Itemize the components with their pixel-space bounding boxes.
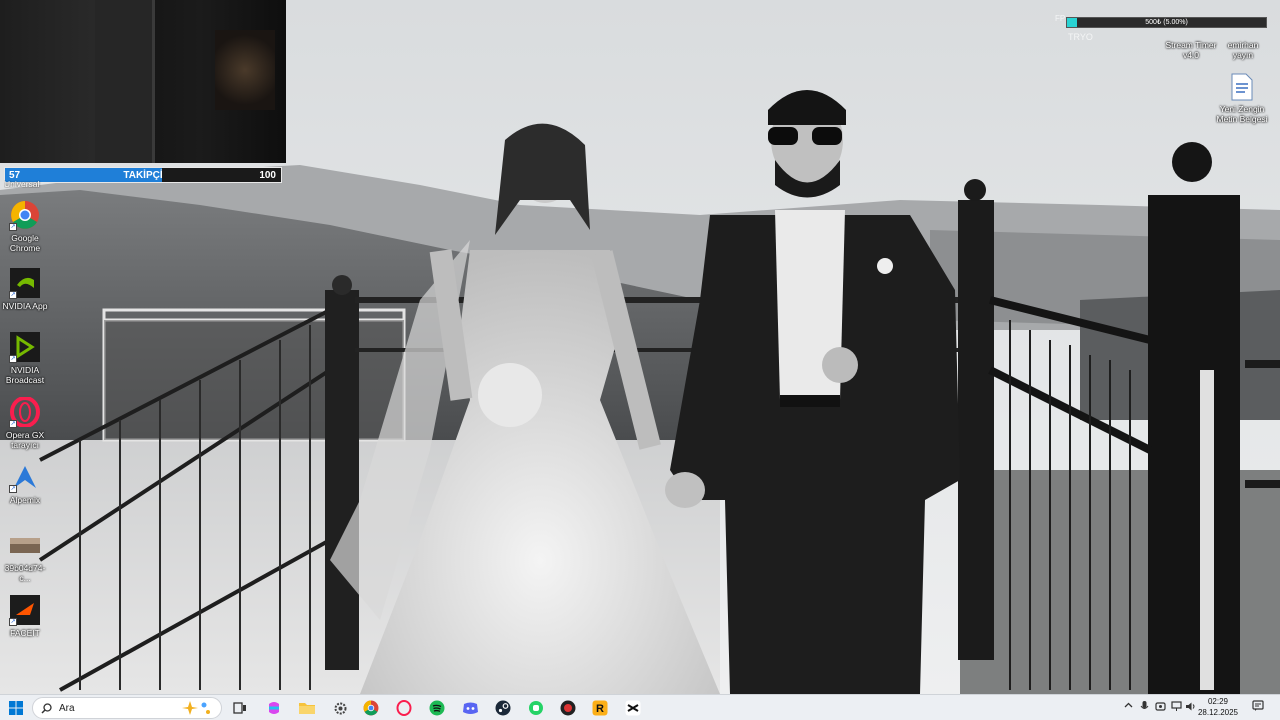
desktop-icon-text-document[interactable]: Yeni Zengin Metin Belgesi — [1215, 73, 1269, 124]
network-tray[interactable] — [1171, 701, 1182, 714]
volume-tray[interactable] — [1185, 701, 1196, 714]
desktop-icon-partial-label[interactable]: Universal — [4, 180, 46, 188]
overlay-corner-text: TRYO — [1068, 32, 1093, 42]
nvidia-app-icon: ↗ — [9, 268, 40, 299]
discord-icon — [462, 702, 478, 714]
taskbar: Ara R 02:29 28.12.2025 — [0, 694, 1280, 720]
desktop-icon-nvidia-app[interactable]: ↗ NVIDIA App — [0, 268, 50, 311]
chrome-icon — [363, 700, 379, 716]
follower-goal-label: TAKİPÇİ — [123, 170, 163, 181]
taskbar-discord[interactable] — [459, 699, 481, 717]
taskbar-capcut[interactable] — [622, 699, 644, 717]
desktop-icon-label: emirhan yayın — [1227, 40, 1259, 60]
folder-icon — [299, 703, 315, 714]
copilot-icon — [269, 702, 279, 714]
security-tray[interactable] — [1155, 701, 1166, 714]
shortcut-arrow-icon: ↗ — [9, 485, 17, 493]
desktop-icon-alpemix[interactable]: ↗ Alpemix — [0, 462, 50, 505]
camera-icon — [1155, 702, 1166, 711]
shortcut-arrow-icon: ↗ — [9, 420, 17, 428]
desktop-icon-opera-gx[interactable]: ↗ Opera GX tarayıcı — [0, 396, 50, 450]
taskbar-clock[interactable]: 02:29 28.12.2025 — [1196, 696, 1240, 718]
stream-progress-text: 500₺ (5.00%) — [1145, 19, 1188, 26]
start-button[interactable] — [5, 699, 27, 717]
copilot-button[interactable] — [263, 699, 285, 717]
nvidia-broadcast-icon: ↗ — [9, 332, 40, 363]
taskbar-opera-gx[interactable] — [393, 699, 415, 717]
microphone-icon — [1140, 701, 1149, 709]
desktop-icon-label: NVIDIA Broadcast — [5, 365, 45, 385]
webcam-overlay — [0, 0, 286, 163]
microphone-tray[interactable] — [1140, 701, 1149, 714]
stream-progress-bar: 500₺ (5.00%) — [1066, 17, 1267, 28]
faceit-icon: ↗ — [9, 595, 40, 626]
task-view-button[interactable] — [229, 699, 251, 717]
desktop-icon-nvidia-broadcast[interactable]: ↗ NVIDIA Broadcast — [0, 332, 50, 385]
taskbar-steam[interactable] — [492, 699, 514, 717]
chevron-up-icon — [1124, 702, 1133, 708]
search-placeholder: Ara — [59, 703, 75, 714]
desktop-icon-faceit[interactable]: ↗ FACEIT — [0, 595, 50, 638]
search-box[interactable]: Ara — [32, 697, 222, 719]
desktop-icon-label: Alpemix — [9, 495, 41, 505]
webcam-light — [215, 30, 275, 110]
shortcut-arrow-icon: ↗ — [9, 223, 17, 231]
game-app-icon — [560, 700, 576, 716]
task-view-icon — [233, 702, 246, 714]
desktop-icon-google-chrome[interactable]: ↗ Google Chrome — [0, 200, 50, 253]
notifications-button[interactable] — [1252, 700, 1264, 714]
shortcut-arrow-icon: ↗ — [9, 355, 17, 363]
taskbar-chrome[interactable] — [360, 699, 382, 717]
settings-button[interactable] — [329, 699, 351, 717]
opera-gx-icon — [396, 700, 412, 716]
desktop-icon-stream-timer[interactable]: Stream Timer v4.0 — [1165, 40, 1217, 60]
taskbar-whatsapp[interactable] — [525, 699, 547, 717]
opera-gx-icon: ↗ — [9, 396, 40, 428]
desktop-icon-label: Google Chrome — [9, 233, 41, 253]
clock-date: 28.12.2025 — [1197, 708, 1239, 717]
desktop-icon-emirhan-yayin[interactable]: emirhan yayın — [1218, 40, 1268, 60]
desktop-icon-label: FACEIT — [10, 628, 40, 638]
document-icon — [1231, 73, 1253, 101]
desktop-icon-label: Opera GX tarayıcı — [5, 430, 45, 450]
taskbar-rockstar-games[interactable] — [557, 699, 579, 717]
desktop-icon-image-file[interactable]: 39b04d74-c... — [0, 530, 50, 583]
shortcut-arrow-icon: ↗ — [9, 618, 17, 626]
spotify-icon — [429, 700, 445, 716]
desktop-icon-label: Stream Timer v4.0 — [1165, 40, 1217, 60]
desktop-icon-label: Yeni Zengin Metin Belgesi — [1216, 104, 1268, 124]
steam-icon — [495, 700, 511, 716]
network-icon — [1171, 701, 1182, 711]
gear-icon — [334, 702, 346, 714]
rockstar-icon: R — [592, 700, 608, 716]
svg-text:R: R — [596, 703, 604, 715]
webcam-door — [95, 0, 155, 163]
clock-time: 02:29 — [1207, 697, 1229, 706]
search-highlight-icon — [182, 701, 210, 715]
capcut-icon — [625, 700, 641, 716]
follower-goal-target: 100 — [259, 170, 276, 181]
desktop-icon-label: 39b04d74-c... — [4, 563, 46, 583]
alpemix-icon: ↗ — [9, 462, 40, 493]
whatsapp-icon — [529, 701, 543, 715]
chrome-icon: ↗ — [9, 200, 40, 231]
speaker-icon — [1186, 702, 1195, 711]
desktop-icon-label: NVIDIA App — [2, 301, 48, 311]
taskbar-spotify[interactable] — [426, 699, 448, 717]
shortcut-arrow-icon: ↗ — [9, 291, 17, 299]
notification-icon — [1252, 700, 1264, 711]
taskbar-rockstar-launcher[interactable]: R — [589, 699, 611, 717]
file-explorer-button[interactable] — [296, 699, 318, 717]
image-thumbnail-icon — [10, 530, 40, 560]
windows-logo-icon — [9, 701, 23, 715]
overlay-faint-text: FP — [1055, 14, 1066, 23]
show-hidden-icons-button[interactable] — [1124, 701, 1133, 712]
search-icon — [41, 703, 52, 714]
